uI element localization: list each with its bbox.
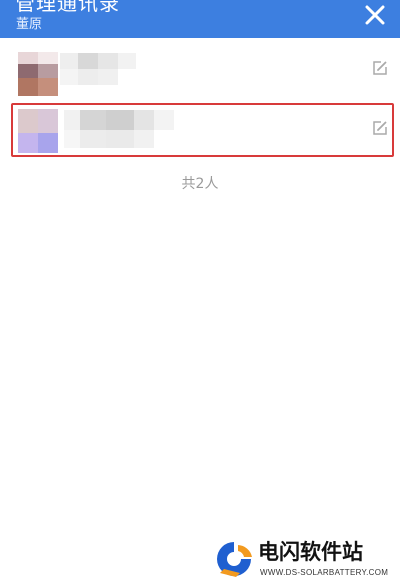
contact-row[interactable]	[0, 46, 400, 104]
watermark-url: WWW.DS-SOLARBATTERY.COM	[260, 568, 389, 577]
contact-row-selected[interactable]	[0, 103, 400, 161]
edit-icon[interactable]	[372, 120, 388, 136]
watermark-title: 电闪软件站	[258, 540, 363, 564]
avatar	[18, 109, 58, 153]
edit-icon[interactable]	[372, 60, 388, 76]
contact-name-blurred	[60, 53, 140, 93]
close-button[interactable]	[362, 2, 388, 28]
page-title: 管理通讯录	[15, 0, 120, 15]
page-subtitle: 董原	[16, 17, 43, 32]
close-icon	[365, 5, 385, 25]
site-watermark: 电闪软件站 WWW.DS-SOLARBATTERY.COM	[200, 534, 400, 586]
app-header: 管理通讯录 董原	[0, 0, 400, 38]
avatar	[18, 52, 58, 96]
contact-count: 共2人	[181, 176, 219, 192]
contact-name-blurred	[64, 110, 174, 150]
watermark-logo-icon	[217, 542, 252, 577]
